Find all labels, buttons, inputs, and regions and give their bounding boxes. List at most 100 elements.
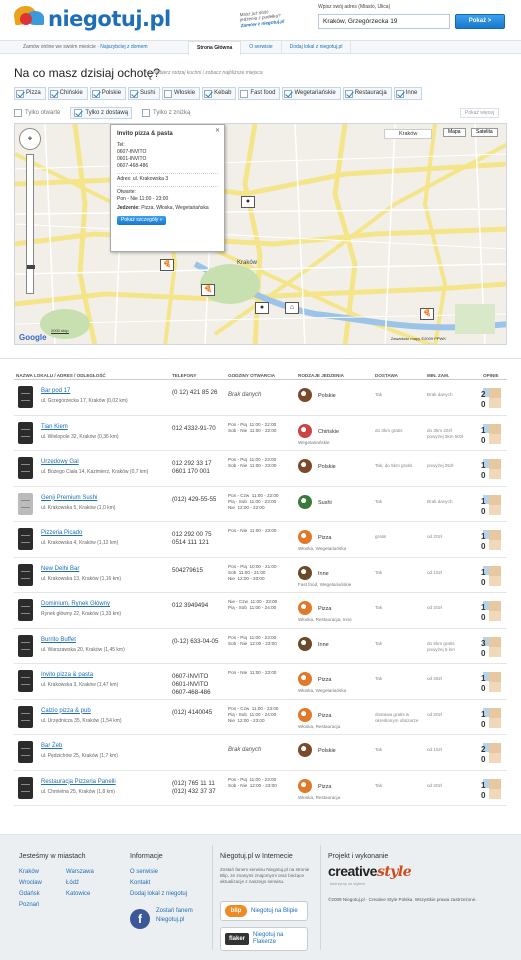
- opinions[interactable]: 30: [481, 636, 503, 659]
- restaurant-name[interactable]: Dominium, Rynek Główny: [41, 601, 110, 607]
- restaurant-name[interactable]: Invito pizza & pasta: [41, 672, 93, 678]
- facebook-icon[interactable]: f: [130, 909, 150, 929]
- map-button-satellite[interactable]: Satelita: [471, 128, 498, 137]
- city-link[interactable]: Warszawa: [66, 867, 94, 878]
- map-marker[interactable]: 🍕: [160, 259, 174, 271]
- restaurant-logo[interactable]: [18, 741, 33, 763]
- logo-text[interactable]: niegotuj.pl: [48, 7, 171, 31]
- restaurant-logo[interactable]: [18, 599, 33, 621]
- show-button[interactable]: Pokaż >: [455, 14, 505, 29]
- close-icon[interactable]: ✕: [215, 128, 220, 135]
- option-filter[interactable]: Tylko z dostawą: [70, 107, 133, 119]
- more-button[interactable]: Pokaż więcej: [460, 108, 500, 118]
- restaurant-name[interactable]: Restauracja Pizzeria Panelli: [41, 779, 116, 785]
- opinions[interactable]: 10: [481, 423, 503, 446]
- restaurant-logo[interactable]: [18, 457, 33, 479]
- opinions[interactable]: 10: [481, 601, 503, 623]
- map-marker[interactable]: 🍕: [420, 308, 434, 320]
- opinions[interactable]: 10: [481, 707, 503, 730]
- opinions[interactable]: 20: [481, 388, 503, 410]
- checkbox[interactable]: [240, 89, 249, 98]
- category-filter[interactable]: Sushi: [128, 87, 161, 100]
- category-filter[interactable]: Włoskie: [162, 87, 201, 100]
- checkbox[interactable]: [130, 89, 139, 98]
- info-link[interactable]: O serwisie: [130, 867, 187, 878]
- checkbox[interactable]: [91, 89, 100, 98]
- city-link[interactable]: Łódź: [66, 878, 94, 889]
- info-link[interactable]: Dodaj lokal z niegotuj: [130, 889, 187, 900]
- category-filter[interactable]: Fast food: [238, 87, 281, 100]
- tab-home[interactable]: Strona Główna: [188, 41, 242, 55]
- checkbox[interactable]: [142, 109, 151, 117]
- restaurant-logo[interactable]: [18, 563, 33, 586]
- restaurant-name[interactable]: Bar Żeb: [41, 743, 62, 749]
- opinions[interactable]: 10: [481, 672, 503, 694]
- category-filter[interactable]: Pizza: [14, 87, 46, 100]
- city-link[interactable]: Katowice: [66, 889, 94, 900]
- restaurant-logo[interactable]: [18, 670, 33, 692]
- flaker-button[interactable]: flaker Niegotuj na Flakerze: [220, 927, 308, 951]
- map-marker[interactable]: ●: [241, 196, 255, 208]
- category-filter[interactable]: Restauracja: [342, 87, 392, 100]
- opinions[interactable]: 10: [481, 459, 503, 481]
- restaurant-logo[interactable]: [18, 492, 33, 515]
- restaurant-logo[interactable]: [18, 776, 33, 799]
- creativestyle-logo[interactable]: creativestyle: [328, 863, 412, 880]
- restaurant-name[interactable]: Urzędowy Gal: [41, 459, 79, 465]
- checkbox[interactable]: [49, 89, 58, 98]
- opinions[interactable]: 20: [481, 743, 503, 765]
- info-link[interactable]: Kontakt: [130, 878, 187, 889]
- category-filter[interactable]: Kebab: [202, 87, 237, 100]
- checkbox[interactable]: [395, 89, 404, 98]
- opinions[interactable]: 10: [481, 565, 503, 588]
- category-filter[interactable]: Wegetariańskie: [282, 87, 341, 100]
- google-logo[interactable]: Google: [19, 333, 47, 342]
- category-filter[interactable]: Inne: [393, 87, 423, 100]
- navbar-left-link[interactable]: Najszybciej z domem: [100, 44, 147, 50]
- restaurant-logo[interactable]: [18, 421, 33, 444]
- category-filter[interactable]: Polskie: [89, 87, 127, 100]
- opinions[interactable]: 10: [481, 778, 503, 801]
- city-link[interactable]: Poznań: [19, 900, 42, 911]
- restaurant-name[interactable]: Genji Premium Sushi: [41, 495, 97, 501]
- category-filter[interactable]: Chińskie: [47, 87, 88, 100]
- popup-details-button[interactable]: Pokaż szczegóły »: [117, 216, 167, 225]
- blip-button[interactable]: blip Niegotuj na Blipie: [220, 901, 308, 921]
- restaurant-name[interactable]: Tian Kiem: [41, 424, 68, 430]
- checkbox[interactable]: [14, 109, 22, 117]
- checkbox[interactable]: [204, 89, 213, 98]
- city-link[interactable]: Wrocław: [19, 878, 42, 889]
- restaurant-name[interactable]: Calzio pizza & pub: [41, 708, 91, 714]
- checkbox[interactable]: [16, 89, 24, 98]
- map-zoom-slider[interactable]: [26, 154, 35, 294]
- option-filter[interactable]: Tylko z zniżką: [142, 109, 190, 117]
- map-button-map[interactable]: Mapa: [443, 128, 466, 137]
- city-link[interactable]: Kraków: [19, 867, 42, 878]
- restaurant-logo[interactable]: [18, 528, 33, 550]
- map-marker[interactable]: 🍕: [201, 284, 215, 296]
- option-filter[interactable]: Tylko otwarte: [14, 109, 60, 117]
- checkbox[interactable]: [164, 89, 173, 98]
- map[interactable]: ✥ Kraków Mapa Satelita ● 🍕 🍕 ● ⌂ 🍕 ✕ Inv…: [14, 123, 507, 345]
- map-pan-control[interactable]: ✥: [19, 128, 41, 150]
- restaurant-logo[interactable]: [18, 386, 33, 408]
- opinions[interactable]: 10: [481, 494, 503, 517]
- facebook-link[interactable]: Zostań fanem Niegotuj.pl: [156, 907, 193, 925]
- map-marker[interactable]: ●: [255, 302, 269, 314]
- checkbox[interactable]: [74, 109, 83, 117]
- restaurant-logo[interactable]: [18, 634, 33, 657]
- checkbox[interactable]: [284, 89, 293, 98]
- tab-add-place[interactable]: Dodaj lokal z niegotuj.pl: [282, 41, 352, 54]
- table-row: Bar pod 17 ul. Grzegórzecka 17, Kraków (0…: [14, 380, 507, 416]
- restaurant-name[interactable]: Burrito Buffet: [41, 637, 76, 643]
- restaurant-name[interactable]: New Delhi Bar: [41, 566, 79, 572]
- checkbox[interactable]: [344, 89, 353, 98]
- address-input[interactable]: Kraków, Grzegórzecka 19: [318, 14, 450, 29]
- restaurant-logo[interactable]: [18, 705, 33, 728]
- restaurant-name[interactable]: Bar pod 17: [41, 388, 70, 394]
- map-marker[interactable]: ⌂: [285, 302, 299, 314]
- opinions[interactable]: 10: [481, 530, 503, 552]
- restaurant-name[interactable]: Pizzeria Picado: [41, 530, 82, 536]
- tab-about[interactable]: O serwisie: [241, 41, 282, 54]
- city-link[interactable]: Gdańsk: [19, 889, 42, 900]
